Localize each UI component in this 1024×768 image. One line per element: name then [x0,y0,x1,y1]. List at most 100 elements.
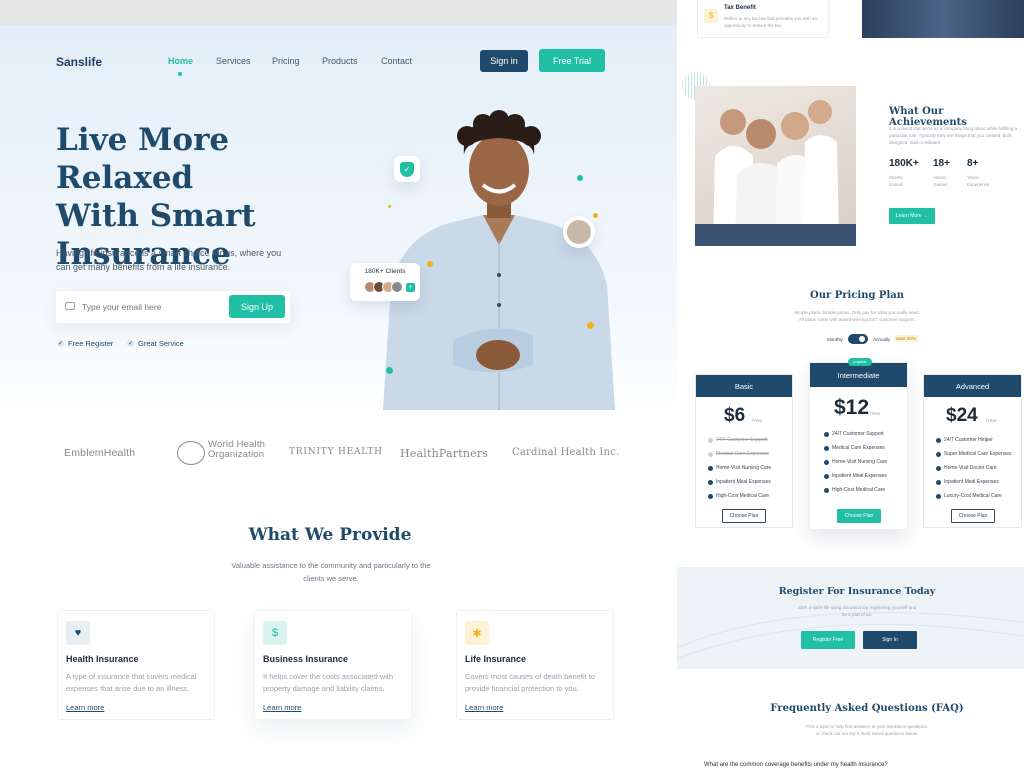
plan-name: Intermediate [810,363,907,387]
signin-button[interactable]: Sign in [480,50,528,72]
plan-feature: 24/7 Customer Support [708,437,768,443]
decor-dot [386,367,393,374]
decor-dot [388,205,391,208]
stat-clients: 180K+ Clients Joined [889,158,919,188]
faq-subtitle-2: or check out our top 5 most asked questi… [815,731,919,736]
money-bag-icon: $ [704,9,718,23]
achievements-description: It is a result that we're as a company b… [889,126,1018,145]
register-free-button[interactable]: Register Free [801,631,855,649]
shield-badge: ✓ [394,156,420,182]
brand-logo[interactable]: Sanslife [56,55,102,69]
family-photo [695,86,856,246]
email-input[interactable] [82,299,222,315]
plan-feature: Medical Care Expenses [824,445,885,451]
choose-plan-button[interactable]: Choose Plan [951,509,995,523]
annually-label: Annually [873,337,891,342]
wave-pattern [677,611,1024,660]
card-title: Life Insurance [465,654,527,664]
billing-toggle[interactable] [848,334,868,344]
life-insurance-card[interactable]: ✱ Life Insurance Covers most causes of d… [456,610,614,720]
register-subtitle-1: Start a safer life using insurance by re… [797,605,917,610]
plan-name: Basic [696,375,792,397]
business-insurance-card[interactable]: $ Business Insurance It helps cover the … [254,610,412,720]
nav-pricing[interactable]: Pricing [272,56,300,66]
hero-person-image [383,110,615,410]
stat-label: Award [933,175,946,180]
nav-contact[interactable]: Contact [381,56,412,66]
decor-dot [593,213,598,218]
free-trial-button[interactable]: Free Trial [539,49,605,72]
plan-feature: High-Cost Medical Care [708,493,769,499]
register-signin-button[interactable]: Sign In [863,631,917,649]
tax-benefit-card: $ Tax Benefit Refers to any tax law that… [697,0,829,38]
faq-title: Frequently Asked Questions (FAQ) [770,703,964,714]
learn-more-link[interactable]: Learn more [263,703,301,712]
heart-icon: ♥ [66,621,90,645]
check-icon: ✓ [57,340,64,347]
register-subtitle-2: be a part of us. [841,612,873,617]
check-label: Free Register [68,339,114,348]
plan-advanced-card: Advanced $24 /Year 24/7 Customer Helper … [923,374,1022,528]
plan-feature: Home-Visit Doctor Care [936,465,997,471]
signup-button[interactable]: Sign Up [229,295,285,318]
provide-title: What We Provide [248,525,412,545]
stat-number: 8+ [967,158,979,169]
check-icon: ✓ [127,340,134,347]
tax-benefit-description: Refers to any tax law that provides you … [724,16,818,28]
dollar-shield-icon: $ [263,621,287,645]
partner-cardinal: Cardinal Health Inc. [512,447,620,458]
plan-price: $24 [946,405,978,426]
choose-plan-button[interactable]: Choose Plan [722,509,766,523]
hero-title-line-1: Live More Relaxed [56,122,230,196]
partner-healthpartners: HealthPartners [400,447,489,460]
popular-badge: popular [848,358,872,366]
plan-feature: Inpatient Meal Expenses [708,479,771,485]
plan-feature: Inpatient Meal Expenses [824,473,887,479]
learn-more-link[interactable]: Learn more [66,703,104,712]
partner-emblemhealth: EmblemHealth [64,447,136,459]
jeans-photo [862,0,1024,38]
plan-feature: High-Cost Medical Care [824,487,885,493]
stat-years: 8+ Years Experience [967,158,990,188]
faq-question[interactable]: What are the common coverage benefits un… [704,762,888,768]
learn-more-button[interactable]: Learn More → [889,208,935,224]
stat-label: Years [967,175,979,180]
email-signup-form: Sign Up [56,291,290,323]
card-title: Health Insurance [66,654,139,664]
client-avatars: + [364,281,415,293]
clients-badge: 180K+ Clients + [350,263,420,301]
plan-feature: Luxury-Cost Medical Care [936,493,1002,499]
plan-feature: Super Medical Care Expenses [936,451,1012,457]
choose-plan-button[interactable]: Choose Plan [837,509,881,523]
decor-dot [587,322,594,329]
landing-page: Sanslife Home Services Pricing Products … [0,25,677,768]
pricing-subtitle-2: All plans come with award-winning 24/7 c… [798,317,916,322]
health-insurance-card[interactable]: ♥ Health Insurance A type of insurance t… [57,610,215,720]
card-description: A type of insurance that covers medical … [66,672,197,693]
family-badge [563,216,595,248]
stat-number: 18+ [933,158,950,169]
nav-products[interactable]: Products [322,56,358,66]
learn-more-link[interactable]: Learn more [465,703,503,712]
plus-icon: + [406,283,415,292]
toggle-knob [859,336,865,342]
learn-more-label: Learn More [896,213,922,219]
plan-feature: Medical Care Expenses [708,451,769,457]
stat-label: Gained [933,182,948,187]
faq-subtitle-1: Pick a topic to help find answers to you… [806,724,928,729]
card-description: It helps cover the costs associated with… [263,672,394,693]
who-globe-icon [177,441,205,465]
nav-services[interactable]: Services [216,56,251,66]
decor-dot [577,175,583,181]
provide-subtitle: Valuable assistance to the community and… [231,561,431,583]
pricing-title: Our Pricing Plan [809,290,905,301]
stat-awards: 18+ Award Gained [933,158,950,188]
decor-dot [427,261,433,267]
free-register-check: ✓ Free Register [57,339,113,348]
clients-badge-label: 180K+ Clients [364,268,406,275]
stat-label: Joined [889,182,903,187]
great-service-check: ✓ Great Service [127,339,184,348]
plan-feature: Home-Visit Nursing Care [708,465,771,471]
tax-benefit-title: Tax Benefit [724,5,756,11]
nav-home[interactable]: Home [168,56,193,66]
